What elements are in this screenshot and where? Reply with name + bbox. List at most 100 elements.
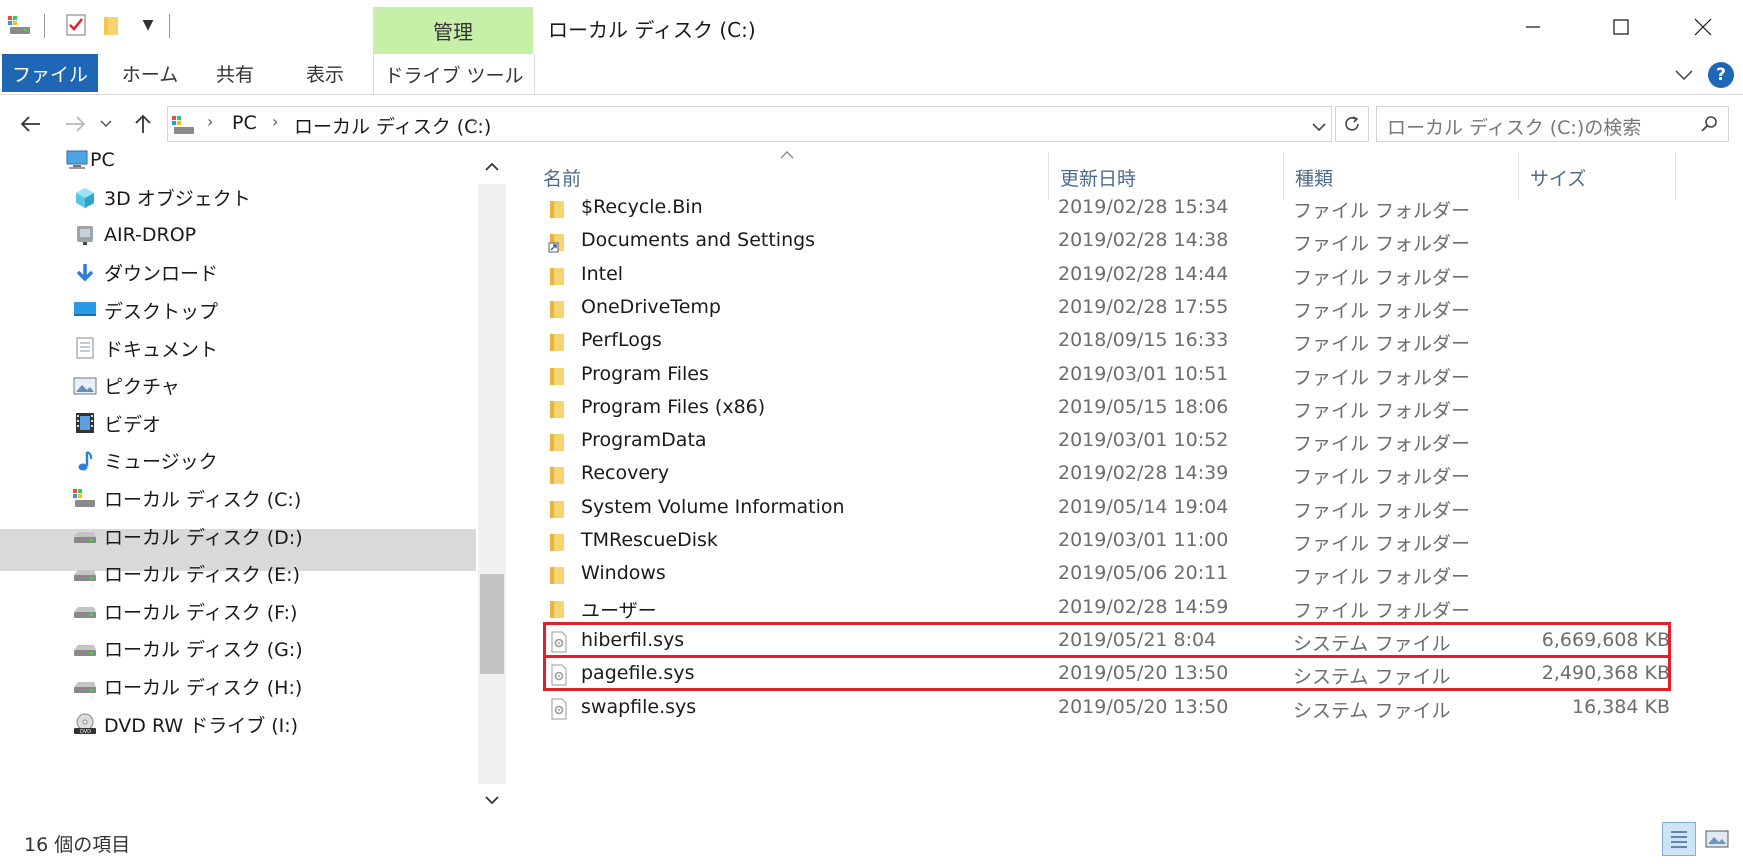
nav-item[interactable]: デスクトップ: [0, 290, 476, 330]
file-row[interactable]: swapfile.sys 2019/05/20 13:50 システム ファイル 16,…: [540, 690, 1670, 727]
nav-item[interactable]: ピクチャ: [0, 366, 476, 406]
column-header-name[interactable]: 名前: [543, 164, 581, 191]
expand-ribbon-button[interactable]: [1670, 62, 1698, 88]
column-header-date[interactable]: 更新日時: [1060, 164, 1136, 191]
tab-home[interactable]: ホーム: [110, 54, 190, 92]
file-row[interactable]: ProgramData 2019/03/01 10:52 ファイル フォルダー: [540, 423, 1670, 460]
file-date: 2019/05/06 20:11: [1058, 562, 1229, 585]
minimize-button[interactable]: [1498, 0, 1568, 54]
nav-item[interactable]: ローカル ディスク (C:): [0, 478, 476, 518]
breadcrumb-pc[interactable]: PC: [232, 112, 257, 134]
pictures-icon: [72, 373, 98, 399]
column-header-size[interactable]: サイズ: [1530, 164, 1586, 191]
system-drive-icon: [172, 114, 196, 136]
folder-icon: [548, 365, 570, 387]
file-date: 2018/09/15 16:33: [1058, 329, 1229, 352]
tab-view[interactable]: 表示: [290, 54, 360, 92]
large-icons-view-button[interactable]: [1700, 822, 1734, 856]
nav-item[interactable]: AIR-DROP: [0, 215, 476, 255]
up-button[interactable]: [126, 106, 160, 142]
file-row[interactable]: PerfLogs 2018/09/15 16:33 ファイル フォルダー: [540, 323, 1670, 360]
3d-objects-icon: [72, 185, 98, 211]
file-row[interactable]: Intel 2019/02/28 14:44 ファイル フォルダー: [540, 257, 1670, 294]
search-box[interactable]: ローカル ディスク (C:)の検索: [1376, 106, 1729, 142]
nav-item-label: ドキュメント: [104, 338, 219, 361]
nav-item[interactable]: ドキュメント: [0, 328, 476, 368]
file-row[interactable]: Windows 2019/05/06 20:11 ファイル フォルダー: [540, 556, 1670, 593]
file-row[interactable]: OneDriveTemp 2019/02/28 17:55 ファイル フォルダー: [540, 290, 1670, 327]
search-placeholder: ローカル ディスク (C:)の検索: [1387, 117, 1642, 139]
file-size: 16,384 KB: [1571, 695, 1670, 718]
column-divider[interactable]: [1675, 152, 1676, 200]
file-row[interactable]: TMRescueDisk 2019/03/01 11:00 ファイル フォルダー: [540, 523, 1670, 560]
nav-item[interactable]: ローカル ディスク (G:): [0, 629, 476, 669]
nav-item[interactable]: ミュージック: [0, 441, 476, 481]
nav-item-label: 3D オブジェクト: [104, 188, 251, 211]
folder-icon: [548, 431, 570, 453]
file-date: 2019/03/01 10:51: [1058, 362, 1229, 385]
nav-item[interactable]: ビデオ: [0, 403, 476, 443]
nav-item-label: ローカル ディスク (C:): [104, 488, 302, 511]
nav-item[interactable]: ローカル ディスク (E:): [0, 554, 476, 594]
nav-item[interactable]: ローカル ディスク (F:): [0, 591, 476, 631]
nav-item-label: DVD RW ドライブ (I:): [104, 714, 299, 737]
file-name: Program Files: [581, 362, 709, 385]
address-history-dropdown[interactable]: [1312, 116, 1328, 132]
file-name: OneDriveTemp: [581, 295, 721, 318]
nav-scrollbar-thumb[interactable]: [480, 574, 504, 674]
nav-scroll-up-button[interactable]: [478, 152, 506, 182]
file-name: ProgramData: [581, 429, 707, 452]
maximize-button[interactable]: [1586, 0, 1656, 54]
drive-icon: [72, 561, 98, 587]
folder-shortcut-icon: [548, 231, 570, 253]
nav-scroll-down-button[interactable]: [478, 785, 506, 815]
nav-scrollbar-track[interactable]: [478, 184, 506, 784]
breadcrumb-local-disk-c[interactable]: ローカル ディスク (C:): [294, 112, 491, 139]
file-row[interactable]: Recovery 2019/02/28 14:39 ファイル フォルダー: [540, 456, 1670, 493]
customize-toolbar-icon[interactable]: ▼: [136, 12, 160, 38]
drive-app-icon[interactable]: [8, 12, 32, 38]
back-button[interactable]: [14, 106, 48, 142]
file-row[interactable]: $Recycle.Bin 2019/02/28 15:34 ファイル フォルダー: [540, 190, 1670, 227]
file-type: ファイル フォルダー: [1293, 533, 1471, 555]
breadcrumb-separator[interactable]: ›: [472, 112, 478, 131]
recent-locations-dropdown[interactable]: [96, 106, 116, 142]
help-icon[interactable]: ?: [1708, 62, 1734, 88]
tab-drive-tools[interactable]: ドライブ ツール: [373, 54, 535, 94]
nav-item-label: ローカル ディスク (D:): [104, 526, 303, 549]
nav-item-label: AIR-DROP: [104, 224, 197, 247]
nav-item[interactable]: ローカル ディスク (H:): [0, 666, 476, 706]
system-drive-icon: [72, 485, 98, 511]
forward-button[interactable]: [58, 106, 92, 142]
nav-item[interactable]: ローカル ディスク (D:): [0, 516, 476, 556]
details-view-button[interactable]: [1662, 822, 1696, 856]
network-drive-icon: [72, 222, 98, 248]
properties-icon[interactable]: [64, 12, 88, 38]
nav-item[interactable]: ダウンロード: [0, 253, 476, 293]
contextual-tab-group-label: 管理: [373, 7, 533, 54]
new-folder-icon[interactable]: [100, 12, 124, 38]
nav-item[interactable]: 3D オブジェクト: [0, 178, 476, 218]
close-button[interactable]: [1668, 0, 1738, 54]
nav-item-label: デスクトップ: [104, 300, 219, 323]
column-header-type[interactable]: 種類: [1295, 164, 1333, 191]
file-row[interactable]: Program Files 2019/03/01 10:51 ファイル フォルダー: [540, 357, 1670, 394]
file-row[interactable]: Documents and Settings 2019/02/28 14:38 ファ…: [540, 223, 1670, 260]
sort-indicator-icon: [780, 148, 794, 162]
nav-item-label: ビデオ: [104, 413, 162, 436]
nav-item-label: ローカル ディスク (G:): [104, 639, 303, 662]
file-row[interactable]: Program Files (x86) 2019/05/15 18:06 ファイル …: [540, 390, 1670, 427]
system-file-icon: [548, 698, 570, 720]
highlight-box: [543, 655, 1671, 692]
tab-file[interactable]: ファイル: [2, 54, 98, 92]
toolbar-divider: [169, 14, 170, 38]
search-icon[interactable]: [1700, 115, 1718, 138]
nav-item[interactable]: PC: [0, 140, 476, 180]
refresh-button[interactable]: [1335, 106, 1369, 142]
breadcrumb-separator[interactable]: ›: [207, 112, 213, 131]
breadcrumb-separator[interactable]: ›: [272, 112, 278, 131]
nav-item[interactable]: DVD DVD RW ドライブ (I:): [0, 704, 476, 744]
tab-share[interactable]: 共有: [200, 54, 270, 92]
file-type: システム ファイル: [1293, 699, 1451, 722]
file-row[interactable]: System Volume Information 2019/05/14 19:0…: [540, 490, 1670, 527]
